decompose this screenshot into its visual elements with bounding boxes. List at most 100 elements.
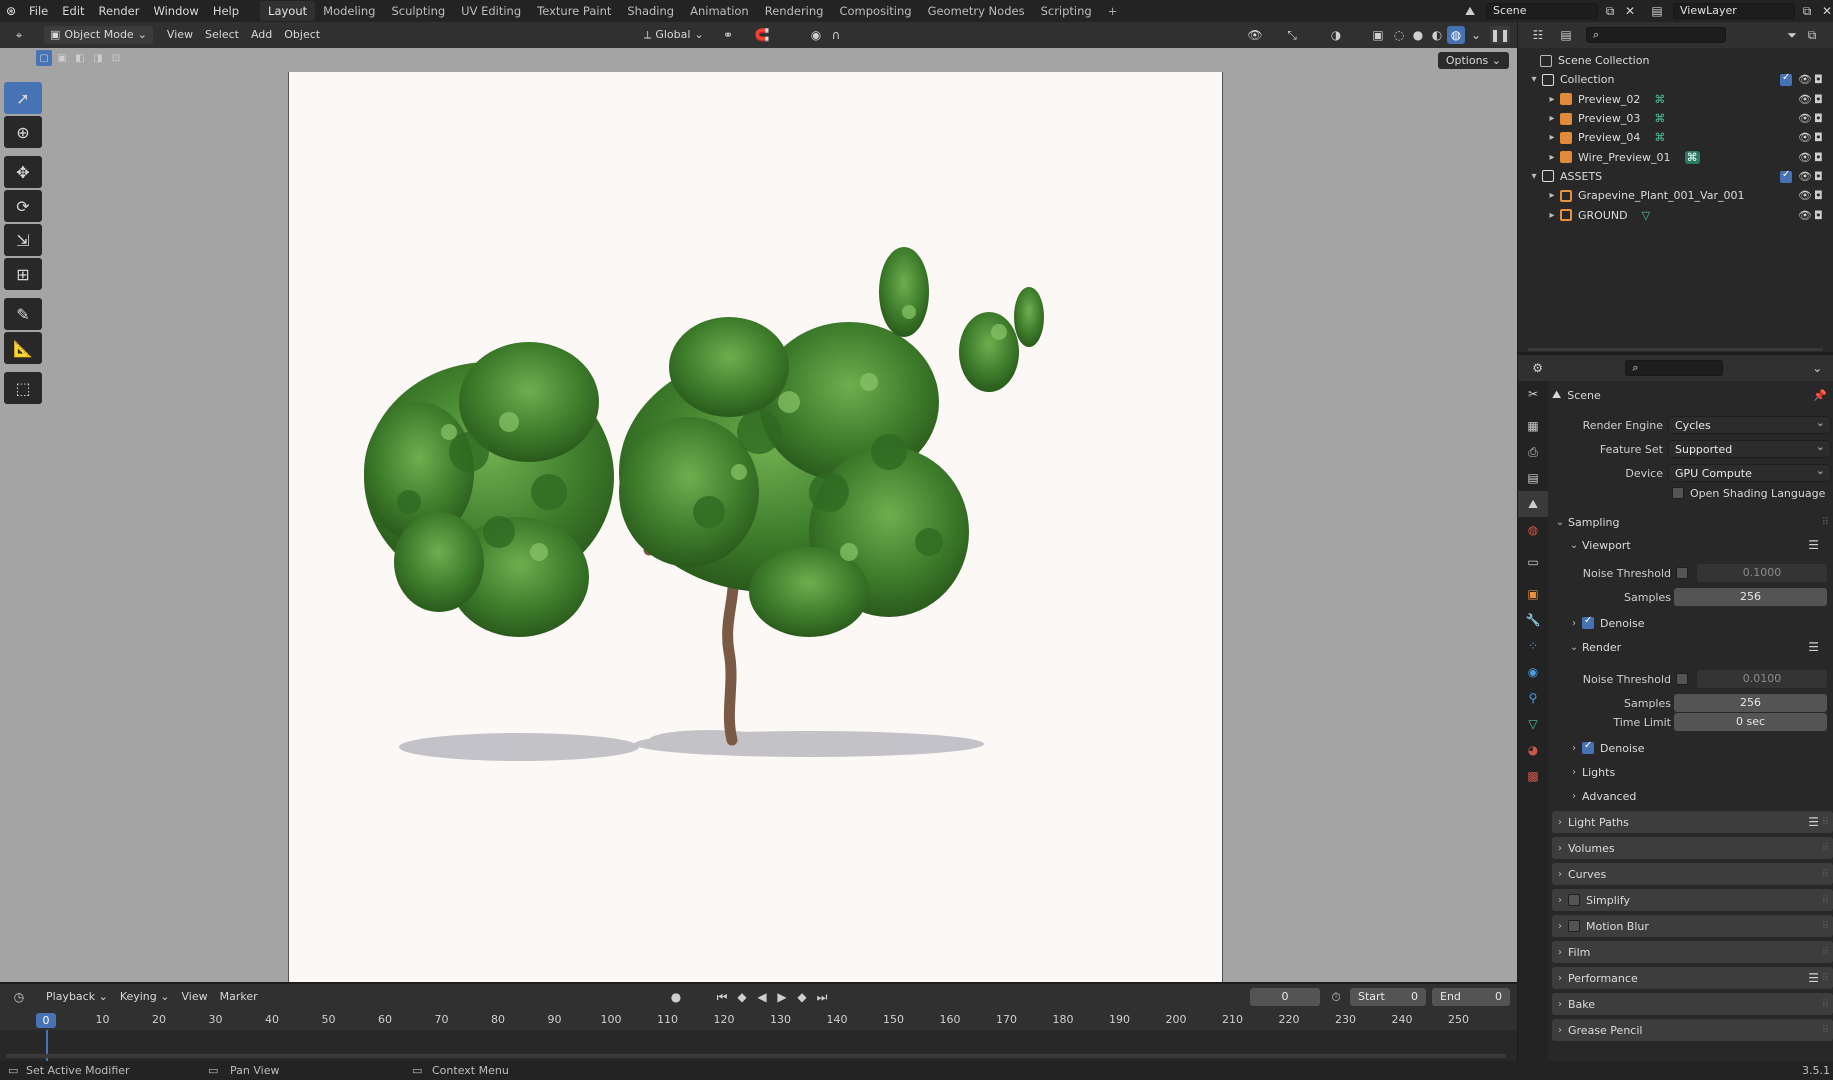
chevron-down-icon[interactable]: ▾ xyxy=(1526,74,1542,85)
prev-keyframe-icon[interactable]: ◆ xyxy=(732,988,752,1006)
add-workspace-button[interactable]: + xyxy=(1100,1,1126,21)
sampling-panel-header[interactable]: ⌄ Sampling ⠿ xyxy=(1552,511,1833,533)
menu-add[interactable]: Add xyxy=(245,26,278,44)
annotate-tool[interactable]: ✎ xyxy=(4,298,42,330)
add-cube-tool[interactable]: ⬚ xyxy=(4,372,42,404)
timeline-editor-icon[interactable]: ◷ xyxy=(6,988,32,1006)
tab-texture[interactable]: ▩ xyxy=(1518,763,1548,789)
camera-render-icon[interactable]: ◘ xyxy=(1814,209,1823,222)
advanced-subpanel-header[interactable]: › Advanced xyxy=(1566,786,1636,806)
frame-ruler[interactable]: 0 10 20 30 40 50 60 70 80 90 100 110 120 130 140 150 160… xyxy=(0,1010,1517,1030)
time-limit-field[interactable]: 0 sec xyxy=(1674,713,1827,731)
view-layer-icon[interactable]: ▤ xyxy=(1645,2,1669,20)
drag-handle-icon[interactable]: ⠿ xyxy=(1822,517,1829,528)
rotate-tool[interactable]: ⟳ xyxy=(4,190,42,222)
outliner-row-collection[interactable]: ▾ Collection 👁 ◘ xyxy=(1518,70,1833,89)
stopwatch-icon[interactable]: ⏱ xyxy=(1326,988,1346,1006)
drag-handle-icon[interactable]: ⠿ xyxy=(1822,947,1829,958)
blender-logo-icon[interactable]: ⊛ xyxy=(0,2,22,20)
select-intersect-icon[interactable]: ⊡ xyxy=(108,50,124,66)
select-box-tool[interactable]: ➚ xyxy=(4,82,42,114)
outliner-row-ground[interactable]: ▸ GROUND ▽ 👁 ◘ xyxy=(1518,205,1833,224)
tab-modeling[interactable]: Modeling xyxy=(315,1,383,21)
mode-dropdown[interactable]: ▣ Object Mode ⌄ xyxy=(44,26,153,44)
outliner-row-grapevine[interactable]: ▸ Grapevine_Plant_001_Var_001 👁 ◘ xyxy=(1518,186,1833,205)
new-collection-icon[interactable]: ⧉ xyxy=(1802,26,1822,44)
chevron-right-icon[interactable]: ▸ xyxy=(1544,152,1560,163)
outliner-row-scene-collection[interactable]: Scene Collection xyxy=(1518,51,1833,70)
panel-volumes[interactable]: › Volumes ⠿ xyxy=(1552,837,1833,859)
render-subpanel-header[interactable]: ⌄ Render xyxy=(1566,637,1621,657)
eye-icon[interactable]: 👁 xyxy=(1798,151,1812,164)
viewport-subpanel-header[interactable]: ⌄ Viewport xyxy=(1566,535,1631,555)
eye-icon[interactable]: 👁 xyxy=(1798,131,1812,144)
panel-grease-pencil[interactable]: › Grease Pencil ⠿ xyxy=(1552,1019,1833,1041)
chevron-down-icon[interactable]: ⌄ xyxy=(1807,359,1827,377)
menu-edit[interactable]: Edit xyxy=(55,0,91,22)
next-keyframe-icon[interactable]: ◆ xyxy=(792,988,812,1006)
presets-list-icon[interactable]: ☰ xyxy=(1808,815,1819,829)
tab-shading[interactable]: Shading xyxy=(619,1,682,21)
drag-handle-icon[interactable]: ⠿ xyxy=(1822,921,1829,932)
outliner-row-preview-03[interactable]: ▸ Preview_03 ⌘ 👁 ◘ xyxy=(1518,109,1833,128)
3d-viewport[interactable]: ▢ ▣ ◧ ◨ ⊡ ➚ ⊕ ✥ ⟳ ⇲ ⊞ ✎ 📐 ⬚ Options ⌄ xyxy=(0,48,1517,982)
eye-icon[interactable]: 👁 xyxy=(1798,73,1812,86)
panel-curves[interactable]: › Curves ⠿ xyxy=(1552,863,1833,885)
filter-icon[interactable]: ⏷ xyxy=(1782,26,1802,44)
tab-physics[interactable]: ◉ xyxy=(1518,659,1548,685)
tab-data[interactable]: ▽ xyxy=(1518,711,1548,737)
properties-search-input[interactable]: ⌕ xyxy=(1625,360,1724,376)
camera-render-icon[interactable]: ◘ xyxy=(1814,112,1823,125)
drag-handle-icon[interactable]: ⠿ xyxy=(1822,869,1829,880)
tab-object[interactable]: ▣ xyxy=(1518,581,1548,607)
chevron-right-icon[interactable]: ▸ xyxy=(1544,132,1560,143)
render-noise-checkbox[interactable] xyxy=(1676,673,1688,685)
jump-end-icon[interactable]: ⏭ xyxy=(812,988,832,1006)
chevron-down-icon[interactable]: ⌄ xyxy=(1466,26,1486,44)
tab-animation[interactable]: Animation xyxy=(682,1,757,21)
new-view-layer-icon[interactable]: ⧉ xyxy=(1799,2,1815,20)
eye-icon[interactable]: 👁 xyxy=(1798,93,1812,106)
viewport-samples-field[interactable]: 256 xyxy=(1674,588,1827,606)
tab-scripting[interactable]: Scripting xyxy=(1033,1,1100,21)
drag-handle-icon[interactable]: ⠿ xyxy=(1822,895,1829,906)
tab-scene[interactable]: ⛰ xyxy=(1518,491,1548,517)
chevron-right-icon[interactable]: ▸ xyxy=(1544,190,1560,201)
select-extend-icon[interactable]: ▣ xyxy=(54,50,70,66)
material-shading-icon[interactable]: ◐ xyxy=(1428,26,1446,44)
pin-icon[interactable]: 📌 xyxy=(1813,389,1827,402)
select-subtract-icon[interactable]: ◧ xyxy=(72,50,88,66)
panel-motion-blur[interactable]: › Motion Blur ⠿ xyxy=(1552,915,1833,937)
overlay-icon[interactable]: ◑ xyxy=(1326,26,1346,44)
drag-handle-icon[interactable]: ⠿ xyxy=(1822,973,1829,984)
outliner-row-wire-preview-01[interactable]: ▸ Wire_Preview_01 ⌘ 👁 ◘ xyxy=(1518,147,1833,166)
tab-constraints[interactable]: ⚲ xyxy=(1518,685,1548,711)
options-button[interactable]: Options ⌄ xyxy=(1437,52,1509,69)
visibility-icon[interactable]: 👁 xyxy=(1245,26,1265,44)
menu-playback[interactable]: Playback ⌄ xyxy=(40,988,114,1006)
camera-render-icon[interactable]: ◘ xyxy=(1814,189,1823,202)
panel-light-paths[interactable]: › Light Paths ☰ ⠿ xyxy=(1552,811,1833,833)
render-samples-field[interactable]: 256 xyxy=(1674,694,1827,712)
proportional-edit-icon[interactable]: ◉ xyxy=(806,26,826,44)
tab-output[interactable]: ⎙ xyxy=(1518,439,1548,465)
scene-icon[interactable]: ⛰ xyxy=(1458,2,1482,20)
menu-view[interactable]: View xyxy=(161,26,199,44)
camera-render-icon[interactable]: ◘ xyxy=(1814,131,1823,144)
view-layer-field[interactable]: ViewLayer xyxy=(1673,3,1795,19)
outliner-editor-icon[interactable]: ☷ xyxy=(1524,26,1552,44)
eye-icon[interactable]: 👁 xyxy=(1798,209,1812,222)
menu-select[interactable]: Select xyxy=(199,26,245,44)
pivot-icon[interactable]: ⚭ xyxy=(718,26,738,44)
start-frame-field[interactable]: Start 0 xyxy=(1350,988,1426,1006)
motion-blur-checkbox[interactable] xyxy=(1568,920,1580,932)
move-tool[interactable]: ✥ xyxy=(4,156,42,188)
device-dropdown[interactable]: GPU Compute xyxy=(1668,462,1831,482)
drag-handle-icon[interactable]: ⠿ xyxy=(1822,999,1829,1010)
tab-particles[interactable]: ⁘ xyxy=(1518,633,1548,659)
tab-texture-paint[interactable]: Texture Paint xyxy=(529,1,619,21)
drag-handle-icon[interactable]: ⠿ xyxy=(1822,817,1829,828)
viewport-denoise-row[interactable]: › Denoise xyxy=(1566,613,1645,633)
record-icon[interactable]: ● xyxy=(666,988,686,1006)
outliner-row-assets[interactable]: ▾ ASSETS 👁 ◘ xyxy=(1518,167,1833,186)
